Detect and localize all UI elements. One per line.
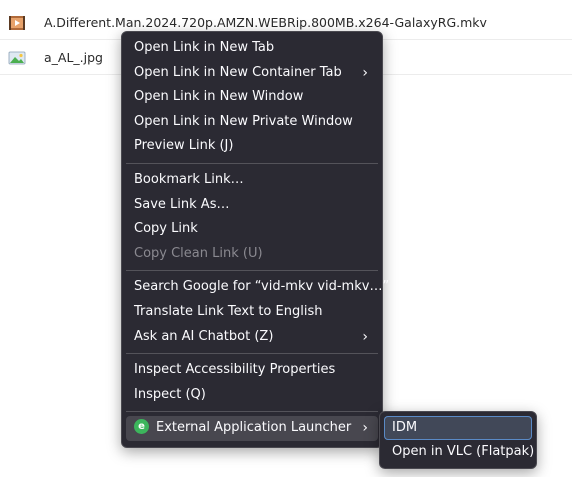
menu-item-ask-ai-chatbot[interactable]: Ask an AI Chatbot (Z) › — [122, 325, 378, 350]
menu-separator — [126, 411, 378, 413]
chevron-right-icon: › — [362, 420, 368, 437]
menu-item-external-app-launcher[interactable]: e External Application Launcher › — [126, 416, 378, 441]
menu-item-label: External Application Launcher — [156, 420, 352, 436]
chevron-right-icon: › — [362, 328, 368, 345]
external-launcher-icon: e — [134, 419, 149, 435]
menu-item-open-new-window[interactable]: Open Link in New Window — [122, 85, 378, 110]
context-menu: Open Link in New Tab Open Link in New Co… — [121, 31, 389, 448]
menu-item-open-private-window[interactable]: Open Link in New Private Window — [122, 110, 378, 135]
menu-item-save-link-as[interactable]: Save Link As… — [122, 193, 378, 218]
menu-item-inspect[interactable]: Inspect (Q) — [122, 383, 378, 408]
submenu-item-idm[interactable]: IDM — [384, 416, 532, 440]
file-name: A.Different.Man.2024.720p.AMZN.WEBRip.80… — [44, 15, 487, 30]
menu-item-open-container-tab[interactable]: Open Link in New Container Tab › — [122, 61, 378, 86]
menu-separator — [126, 270, 378, 272]
video-file-icon — [8, 15, 26, 31]
image-file-icon — [8, 50, 26, 66]
page: A.Different.Man.2024.720p.AMZN.WEBRip.80… — [0, 0, 572, 477]
menu-item-label: Open Link in New Container Tab — [134, 64, 342, 80]
menu-item-translate-link[interactable]: Translate Link Text to English — [122, 300, 378, 325]
menu-separator — [126, 353, 378, 355]
menu-item-copy-clean-link: Copy Clean Link (U) — [134, 245, 263, 261]
menu-item-preview-link[interactable]: Preview Link (J) — [122, 134, 378, 159]
menu-item-label: Ask an AI Chatbot (Z) — [134, 328, 274, 344]
menu-item-copy-link[interactable]: Copy Link — [122, 217, 378, 242]
submenu-item-open-in-vlc[interactable]: Open in VLC (Flatpak) — [384, 440, 534, 464]
chevron-right-icon: › — [362, 64, 368, 81]
menu-item-search-google[interactable]: Search Google for “vid-mkv vid-mkv…” — [122, 275, 389, 300]
file-name: a_AL_.jpg — [44, 50, 103, 65]
menu-item-bookmark-link[interactable]: Bookmark Link… — [122, 168, 378, 193]
menu-separator — [126, 162, 378, 164]
external-launcher-submenu: IDM Open in VLC (Flatpak) — [379, 411, 537, 469]
menu-item-inspect-accessibility[interactable]: Inspect Accessibility Properties — [122, 358, 378, 383]
menu-item-open-new-tab[interactable]: Open Link in New Tab — [122, 36, 378, 61]
